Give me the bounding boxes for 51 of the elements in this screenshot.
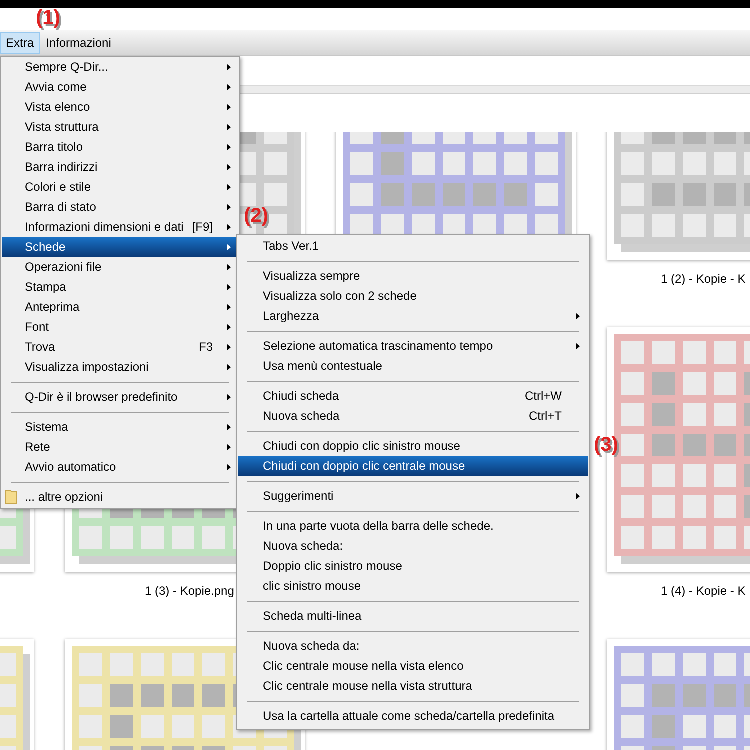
menu-item-label: Sempre Q-Dir... [25, 59, 110, 76]
menu-item-label: Rete [25, 439, 52, 456]
menu-item-label: Stampa [25, 279, 68, 296]
menu-item-label: Larghezza [263, 308, 320, 325]
menu-item-label: Chiudi con doppio clic sinistro mouse [263, 438, 462, 455]
file-name: 1 (2) - Kopie - K [661, 271, 746, 288]
menu-item-label: Vista elenco [25, 99, 92, 116]
menu-item-label: Operazioni file [25, 259, 103, 276]
menu-item-label: Selezione automatica trascinamento tempo [263, 338, 494, 355]
annotation-marker: (2) [244, 204, 268, 228]
menu-item-label: In una parte vuota della barra delle schede. [263, 518, 495, 535]
shortcut-text: F3 [198, 339, 213, 356]
file-name: 1 (3) - Kopie.png [145, 583, 234, 600]
shortcut-text: Ctrl+W [525, 388, 562, 405]
menu-item-label: ... altre opzioni [25, 489, 104, 506]
annotation-marker: (1) [36, 6, 60, 30]
menu-item-label: Nuova scheda da: [263, 638, 361, 655]
menu-item-label: Schede [25, 239, 67, 256]
menu-item-label: Nuova scheda [263, 408, 341, 425]
menu-item-label: Nuova scheda: [263, 538, 344, 555]
menu-item-label: Visualizza solo con 2 schede [263, 288, 418, 305]
menu-item-label: Avvio automatico [25, 459, 118, 476]
menu-item-label: Vista struttura [25, 119, 100, 136]
menu-item-label: Trova [25, 339, 56, 356]
menu-item-label: Chiudi con doppio clic centrale mouse [263, 458, 466, 475]
annotation-marker: (3) [594, 433, 618, 457]
shortcut-text: [F9] [192, 219, 213, 236]
menu-item-label: Scheda multi-linea [263, 608, 363, 625]
menu-item-label: Avvia come [25, 79, 88, 96]
menu-item-label: Sistema [25, 419, 70, 436]
menu-item-label: Doppio clic sinistro mouse [263, 558, 404, 575]
menu-item-label: Q-Dir è il browser predefinito [25, 389, 179, 406]
menu-item-label: Usa la cartella attuale come scheda/cartella predefinita [263, 708, 556, 725]
menu-item-label: Visualizza sempre [263, 268, 362, 285]
file-name: 1 (4) - Kopie - K [661, 583, 746, 600]
menu-item-label: Colori e stile [25, 179, 92, 196]
menu-item-label: Informazioni dimensioni e dati [25, 219, 184, 236]
menu-item-label: Barra titolo [25, 139, 84, 156]
menu-item-label: Clic centrale mouse nella vista struttura [263, 678, 474, 695]
menu-item-label: Font [25, 319, 50, 336]
menu-item-label: clic sinistro mouse [263, 578, 362, 595]
menu-item-label: Tabs Ver.1 [263, 238, 320, 255]
menu-item-label: Anteprima [25, 299, 81, 316]
menu-item-label: Barra di stato [25, 199, 98, 216]
menu-item-label: Chiudi scheda [263, 388, 340, 405]
menu-item-label: Clic centrale mouse nella vista elenco [263, 658, 465, 675]
menu-item-label: Visualizza impostazioni [25, 359, 150, 376]
menu-item-label: Suggerimenti [263, 488, 335, 505]
shortcut-text: Ctrl+T [529, 408, 562, 425]
menu-item-label: Usa menù contestuale [263, 358, 384, 375]
menu-item-label: Barra indirizzi [25, 159, 99, 176]
